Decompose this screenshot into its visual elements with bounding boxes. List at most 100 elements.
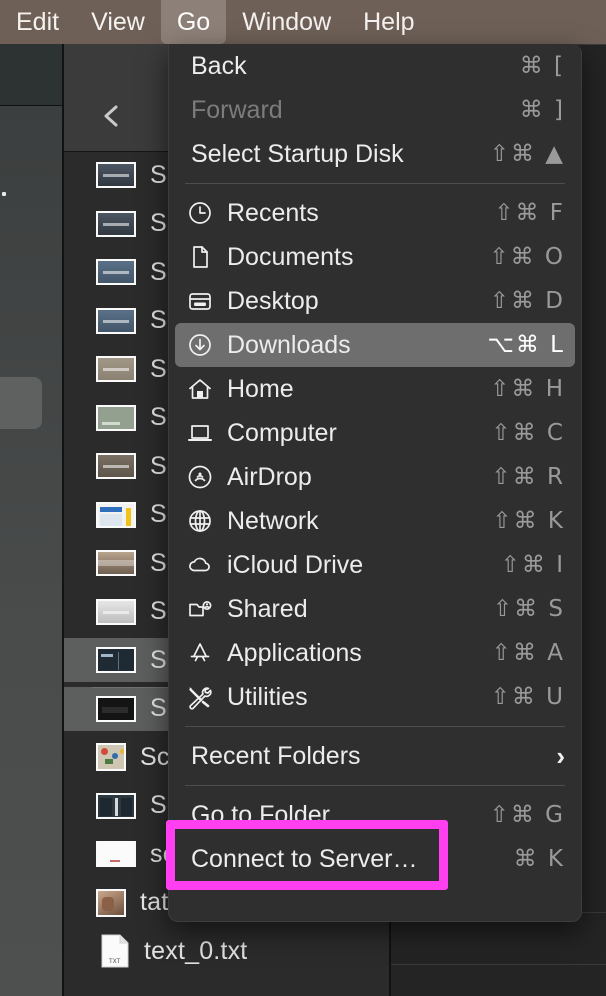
globe-icon [183,506,217,536]
airdrop-icon [183,462,217,492]
sidebar-body[interactable] [0,106,62,996]
menu-item-label: Desktop [227,287,490,316]
menu-item-shared[interactable]: Shared⇧⌘ S [175,587,575,631]
shared-folder-icon [183,594,217,624]
menu-separator [185,785,565,786]
menu-item-shortcut: ⇧⌘ A [492,640,565,666]
clock-icon [183,198,217,228]
menu-item-shortcut: ⇧⌘ F [494,200,565,226]
menu-item-label: Recents [227,199,494,228]
menubar-item-go[interactable]: Go [161,0,226,44]
home-icon [183,374,217,404]
menu-item-label: Applications [227,639,492,668]
menubar-item-view[interactable]: View [75,0,161,44]
menu-item-shortcut: ⇧⌘ D [490,288,565,314]
file-thumbnail [96,841,136,867]
screen-root: ScScScScScScScScScScScScScScsetattoo dot… [0,0,606,996]
file-thumbnail [96,550,136,576]
column-divider [62,44,64,996]
menu-item-label: Go to Folder… [191,801,490,830]
tools-icon [183,682,217,712]
menu-item-label: Documents [227,243,489,272]
cloud-icon [183,550,217,580]
menu-item-label: AirDrop [227,463,491,492]
document-icon [183,242,217,272]
menubar-item-help[interactable]: Help [347,0,430,44]
menu-item-utilities[interactable]: Utilities⇧⌘ U [175,675,575,719]
menu-item-label: Computer [227,419,491,448]
menu-item-label: Recent Folders [191,742,556,771]
computer-icon [183,418,217,448]
file-thumbnail [96,405,136,431]
menubar-item-label: Help [363,8,414,37]
menu-item-airdrop[interactable]: AirDrop⇧⌘ R [175,455,575,499]
file-thumbnail [96,162,136,188]
menu-item-shortcut: ⇧⌘ R [491,464,565,490]
menu-item-label: Utilities [227,683,491,712]
menubar-item-window[interactable]: Window [226,0,347,44]
chevron-right-icon: › [556,741,565,772]
file-name-label: text_0.txt [144,937,247,966]
menubar-item-label: Go [177,8,210,37]
menu-item-home[interactable]: Home⇧⌘ H [175,367,575,411]
menu-item-select-startup-disk[interactable]: Select Startup Disk⇧⌘ ▲ [175,132,575,176]
menu-item-forward[interactable]: Forward⌘ ] [175,88,575,132]
file-thumbnail [96,696,136,722]
menu-item-shortcut: ⌥⌘ L [487,332,565,358]
svg-text:TXT: TXT [108,958,121,965]
menu-item-label: Home [227,375,490,404]
menu-item-shortcut: ⇧⌘ C [491,420,565,446]
menu-item-label: Downloads [227,331,487,360]
menu-item-shortcut: ⇧⌘ K [492,508,565,534]
menu-item-shortcut: ⌘ ] [520,97,565,123]
menubar-item-edit[interactable]: Edit [0,0,75,44]
file-thumbnail [96,889,126,917]
go-menu-panel[interactable]: Back⌘ [Forward⌘ ]Select Startup Disk⇧⌘ ▲… [168,44,582,922]
menubar-item-label: View [91,8,145,37]
file-thumbnail [96,259,136,285]
file-thumbnail [96,502,136,528]
menu-item-recents[interactable]: Recents⇧⌘ F [175,191,575,235]
menu-item-shortcut: ⇧⌘ H [490,376,565,402]
chevron-left-icon[interactable] [99,103,125,129]
menu-item-connect-to-server[interactable]: Connect to Server…⌘ K [175,837,575,881]
menu-item-downloads[interactable]: Downloads⌥⌘ L [175,323,575,367]
menu-item-shortcut: ⇧⌘ I [501,552,565,578]
menu-item-computer[interactable]: Computer⇧⌘ C [175,411,575,455]
sidebar-toolbar-region [0,44,62,106]
desktop-icon [183,286,217,316]
menu-item-label: Forward [191,96,520,125]
sidebar-selected-item[interactable] [0,377,42,429]
menu-item-label: iCloud Drive [227,551,501,580]
menu-item-label: Connect to Server… [191,845,514,874]
menu-separator [185,183,565,184]
file-thumbnail [96,599,136,625]
menu-item-desktop[interactable]: Desktop⇧⌘ D [175,279,575,323]
menu-item-label: Shared [227,595,493,624]
menu-item-label: Select Startup Disk [191,140,490,169]
file-row[interactable]: TXT text_0.txt [64,929,389,973]
menu-item-label: Network [227,507,492,536]
menu-item-applications[interactable]: Applications⇧⌘ A [175,631,575,675]
menu-item-go-to-folder[interactable]: Go to Folder…⇧⌘ G [175,793,575,837]
menubar-item-label: Edit [16,8,59,37]
menu-item-back[interactable]: Back⌘ [ [175,44,575,88]
menu-separator [185,726,565,727]
download-circle-icon [183,330,217,360]
menu-item-recent-folders[interactable]: Recent Folders› [175,734,575,778]
file-thumbnail [96,793,136,819]
sidebar-bullet-icon [2,192,6,196]
menu-item-documents[interactable]: Documents⇧⌘ O [175,235,575,279]
menu-item-shortcut: ⇧⌘ O [489,244,565,270]
menu-item-icloud-drive[interactable]: iCloud Drive⇧⌘ I [175,543,575,587]
menu-item-shortcut: ⇧⌘ ▲ [490,141,565,167]
menu-item-shortcut: ⌘ [ [520,53,565,79]
file-thumbnail [96,647,136,673]
menu-item-shortcut: ⌘ K [514,846,565,872]
file-thumbnail [96,453,136,479]
right-pane-divider [391,964,606,965]
app-store-icon [183,638,217,668]
menu-item-network[interactable]: Network⇧⌘ K [175,499,575,543]
menu-item-shortcut: ⇧⌘ G [490,802,565,828]
txt-document-icon: TXT [100,934,130,968]
